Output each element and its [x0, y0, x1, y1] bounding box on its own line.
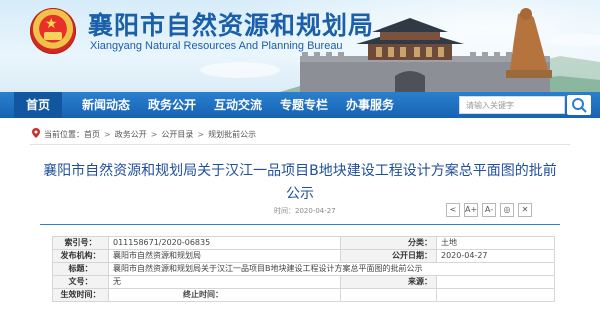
doc-number-label: 文号：: [52, 275, 109, 289]
publish-date-label: 公开日期：: [340, 249, 437, 263]
search-input[interactable]: [459, 96, 565, 114]
expire-time-label: 终止时间：: [183, 290, 223, 299]
font-smaller-icon[interactable]: A-: [482, 203, 496, 217]
site-title: 襄阳市自然资源和规划局: [88, 11, 375, 40]
breadcrumb-separator: >: [150, 130, 158, 139]
site-subtitle: Xiangyang Natural Resources And Planning…: [90, 40, 343, 52]
title-divider: [40, 224, 560, 225]
expire-time-value: [340, 288, 437, 302]
table-row: 发布机构： 襄阳市自然资源和规划局 公开日期： 2020-04-27: [52, 249, 555, 263]
document-info-table: 索引号： 011158671/2020-06835 分类： 土地 发布机构： 襄…: [52, 236, 555, 302]
breadcrumb-prefix: 当前位置：: [44, 130, 84, 139]
national-emblem-icon: ★: [30, 8, 76, 54]
share-icon[interactable]: <: [446, 203, 460, 217]
nav-item-services[interactable]: 办事服务: [346, 92, 394, 118]
close-icon[interactable]: ✕: [518, 203, 532, 217]
publisher-label: 发布机构：: [52, 249, 109, 263]
category-label: 分类：: [340, 236, 437, 250]
category-value: 土地: [436, 236, 555, 250]
table-row: 标题： 襄阳市自然资源和规划局关于汉江一品项目B地块建设工程设计方案总平面图的批…: [52, 262, 555, 276]
doc-title-value: 襄阳市自然资源和规划局关于汉江一品项目B地块建设工程设计方案总平面图的批前公示: [108, 262, 555, 276]
publish-time-value: 2020-04-27: [295, 207, 336, 215]
breadcrumb: 当前位置：首页 > 政务公开 > 公开目录 > 规划批前公示: [32, 128, 256, 142]
doc-title-label: 标题：: [52, 262, 109, 276]
nav-item-special-topics[interactable]: 专题专栏: [280, 92, 328, 118]
breadcrumb-home[interactable]: 首页: [84, 128, 100, 142]
wechat-icon[interactable]: ◎: [500, 203, 514, 217]
breadcrumb-government-affairs[interactable]: 政务公开: [115, 128, 147, 142]
effective-time-label: 生效时间：: [52, 288, 109, 302]
publisher-value: 襄阳市自然资源和规划局: [108, 249, 341, 263]
publish-time: 时间：2020-04-27: [274, 206, 336, 216]
doc-number-value: 无: [108, 275, 341, 289]
location-icon: [32, 128, 40, 142]
font-larger-icon[interactable]: A+: [464, 203, 478, 217]
index-value: 011158671/2020-06835: [108, 236, 341, 250]
search-button[interactable]: [567, 95, 591, 115]
breadcrumb-separator: >: [104, 130, 111, 139]
search-icon: [572, 98, 587, 113]
publish-time-label: 时间：: [274, 207, 295, 215]
source-label: 来源：: [340, 275, 437, 289]
nav-item-government-affairs[interactable]: 政务公开: [148, 92, 196, 118]
empty-cell: [436, 288, 555, 302]
nav-item-interaction[interactable]: 互动交流: [214, 92, 262, 118]
breadcrumb-planning-notice[interactable]: 规划批前公示: [208, 128, 256, 142]
table-row: 生效时间： 终止时间：: [52, 288, 555, 302]
article-title: 襄阳市自然资源和规划局关于汉江一品项目B地块建设工程设计方案总平面图的批前公示: [43, 163, 557, 202]
table-row: 索引号： 011158671/2020-06835 分类： 土地: [52, 236, 555, 250]
publish-date-value: 2020-04-27: [436, 249, 555, 263]
breadcrumb-divider: [30, 144, 570, 145]
breadcrumb-separator: >: [197, 130, 205, 139]
source-value: [436, 275, 555, 289]
index-label: 索引号：: [52, 236, 109, 250]
table-row: 文号： 无 来源：: [52, 275, 555, 289]
effective-time-value: 终止时间：: [108, 288, 341, 302]
site-banner: ★ 襄阳市自然资源和规划局 Xiangyang Natural Resource…: [0, 0, 600, 92]
breadcrumb-public-catalog[interactable]: 公开目录: [161, 128, 193, 142]
nav-item-home[interactable]: 首页: [14, 92, 63, 118]
nav-item-news[interactable]: 新闻动态: [82, 92, 130, 118]
